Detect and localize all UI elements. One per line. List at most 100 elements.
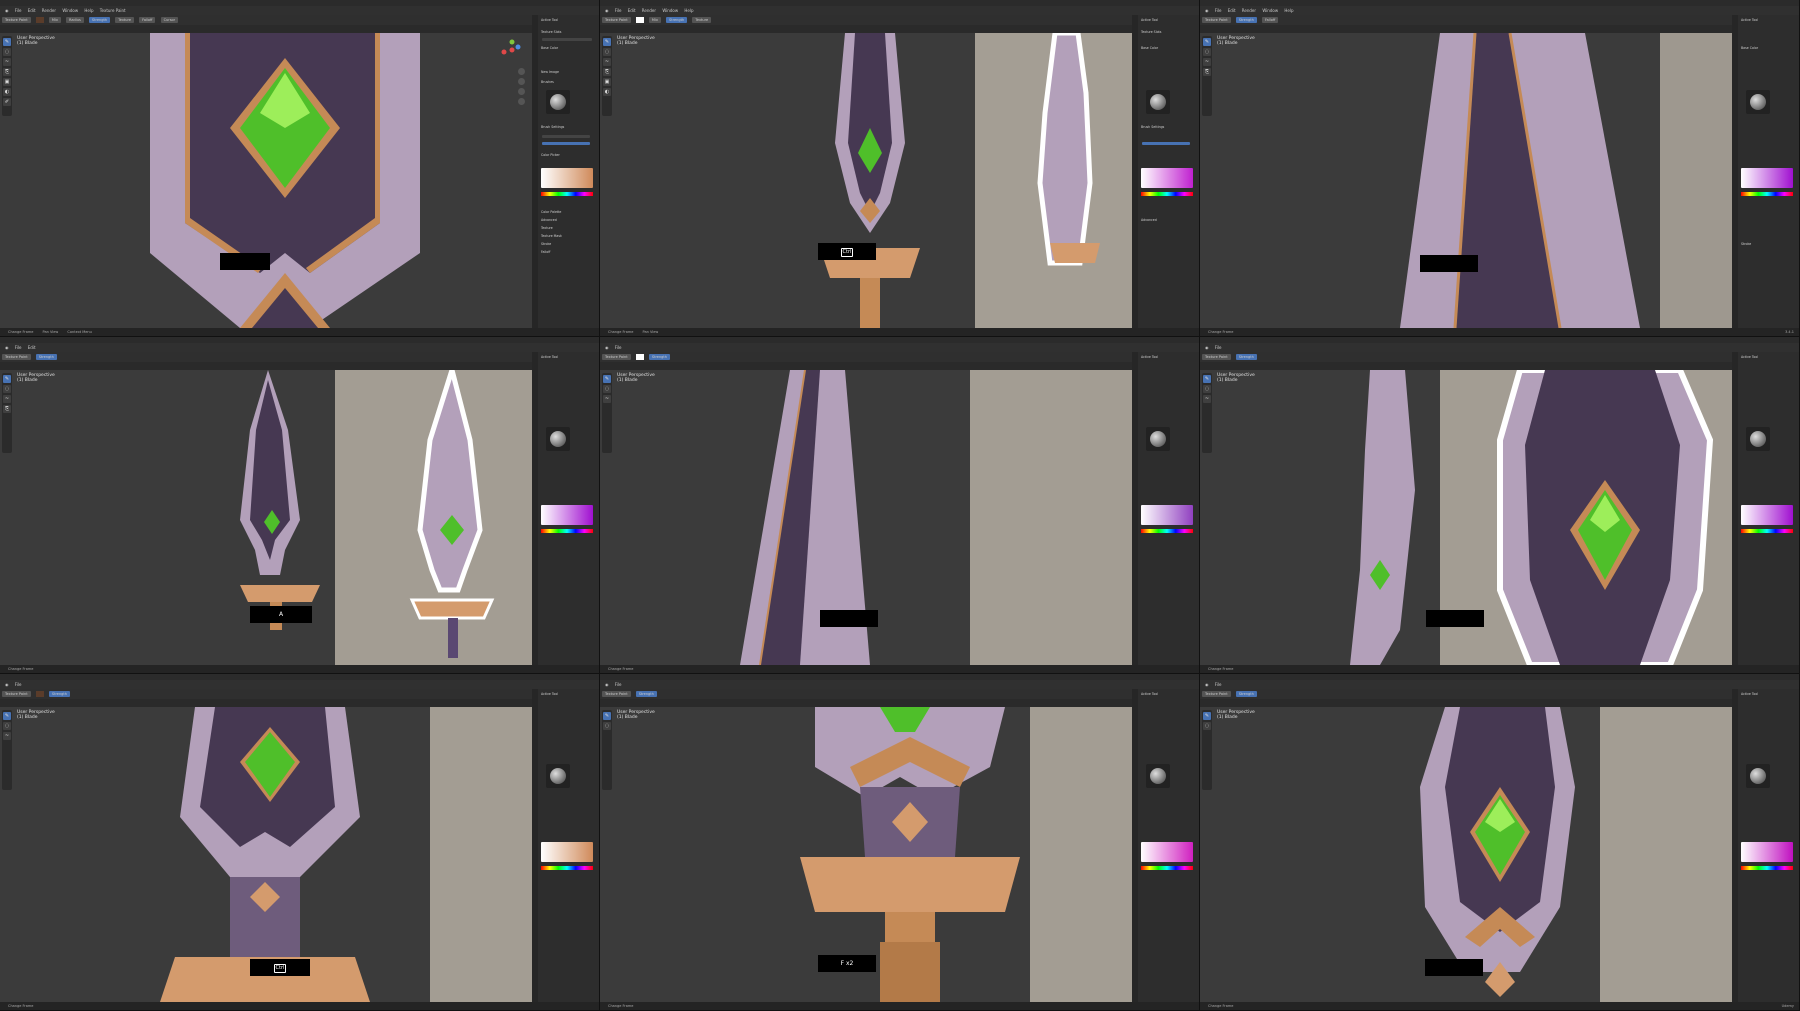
menu-window[interactable]: Window — [1262, 8, 1278, 13]
section-advanced[interactable]: Advanced — [541, 218, 557, 222]
color-field[interactable] — [1741, 505, 1793, 525]
menu-render[interactable]: Render — [1242, 8, 1256, 13]
cursor-dropdown[interactable]: Cursor — [160, 17, 179, 23]
mode-dropdown[interactable]: Texture Paint — [2, 354, 31, 360]
draw-tool-icon[interactable]: ✎ — [1203, 38, 1211, 46]
color-field[interactable] — [1141, 505, 1193, 525]
color-swatch[interactable] — [35, 691, 44, 697]
menu-help[interactable]: Help — [84, 8, 93, 13]
color-field[interactable] — [541, 168, 593, 188]
section-texture[interactable]: Texture — [541, 226, 553, 230]
soften-tool-icon[interactable]: ◌ — [3, 385, 11, 393]
texture-slot-item[interactable]: Base Color — [1141, 46, 1158, 50]
color-swatch[interactable] — [35, 17, 44, 23]
menu-help[interactable]: Help — [684, 8, 693, 13]
section-active-tool[interactable]: Active Tool — [1741, 692, 1758, 696]
blender-logo-icon[interactable]: ◉ — [5, 8, 9, 13]
strength-slider[interactable] — [542, 142, 590, 145]
mode-dropdown[interactable]: Texture Paint — [602, 354, 631, 360]
blender-logo-icon[interactable]: ◉ — [1205, 345, 1209, 350]
texture-slot-item[interactable]: Base Color — [1741, 46, 1758, 50]
soften-tool-icon[interactable]: ◌ — [603, 722, 611, 730]
brush-preview-icon[interactable] — [1146, 764, 1170, 788]
strength-field[interactable]: Strength — [635, 691, 657, 697]
soften-tool-icon[interactable]: ◌ — [1203, 385, 1211, 393]
menu-render[interactable]: Render — [642, 8, 656, 13]
color-swatch[interactable] — [635, 354, 644, 360]
draw-tool-icon[interactable]: ✎ — [3, 38, 11, 46]
clone-tool-icon[interactable]: ⎘ — [3, 68, 11, 76]
color-field[interactable] — [1741, 168, 1793, 188]
smear-tool-icon[interactable]: ~ — [1203, 395, 1211, 403]
3d-viewport[interactable]: ✎ ◌ ~ User Perspective (1) Blade Ctrl — [0, 707, 532, 1002]
smear-tool-icon[interactable]: ~ — [3, 58, 11, 66]
mode-dropdown[interactable]: Texture Paint — [1202, 691, 1231, 697]
soften-tool-icon[interactable]: ◌ — [1203, 722, 1211, 730]
strength-field[interactable]: Strength — [48, 691, 70, 697]
hue-slider[interactable] — [1741, 192, 1793, 196]
zoom-icon[interactable] — [518, 68, 525, 75]
color-swatch[interactable] — [635, 17, 644, 23]
fill-tool-icon[interactable]: ▣ — [3, 78, 11, 86]
section-active-tool[interactable]: Active Tool — [1141, 18, 1158, 22]
draw-tool-icon[interactable]: ✎ — [603, 375, 611, 383]
strength-field[interactable]: Strength — [1235, 691, 1257, 697]
texture-dropdown[interactable]: Texture — [692, 17, 712, 23]
menu-file[interactable]: File — [1215, 345, 1222, 350]
draw-tool-icon[interactable]: ✎ — [603, 712, 611, 720]
section-active-tool[interactable]: Active Tool — [541, 692, 558, 696]
blender-logo-icon[interactable]: ◉ — [1205, 8, 1209, 13]
blender-logo-icon[interactable]: ◉ — [605, 682, 609, 687]
properties-tabs[interactable] — [532, 352, 538, 665]
strength-field[interactable]: Strength — [648, 354, 670, 360]
properties-tabs[interactable] — [1132, 352, 1138, 665]
strength-field[interactable]: Strength — [88, 17, 111, 23]
soften-tool-icon[interactable]: ◌ — [3, 48, 11, 56]
mask-tool-icon[interactable]: ◐ — [3, 88, 11, 96]
menu-render[interactable]: Render — [42, 8, 56, 13]
blender-logo-icon[interactable]: ◉ — [605, 8, 609, 13]
soften-tool-icon[interactable]: ◌ — [3, 722, 11, 730]
blend-dropdown[interactable]: Mix — [48, 17, 61, 23]
section-texture-mask[interactable]: Texture Mask — [541, 234, 562, 238]
fill-tool-icon[interactable]: ▣ — [603, 78, 611, 86]
section-color-palette[interactable]: Color Palette — [541, 210, 561, 214]
mode-dropdown[interactable]: Texture Paint — [1202, 17, 1231, 23]
smear-tool-icon[interactable]: ~ — [603, 395, 611, 403]
section-stroke[interactable]: Stroke — [541, 242, 551, 246]
annotate-tool-icon[interactable]: ✐ — [3, 98, 11, 106]
mode-dropdown[interactable]: Texture Paint — [1202, 354, 1231, 360]
3d-viewport[interactable]: ✎ ◌ ~ ⎘ User Perspective (1) Blade — [1200, 33, 1732, 328]
properties-tabs[interactable] — [1732, 689, 1738, 1002]
menu-file[interactable]: File — [615, 682, 622, 687]
brush-preview-icon[interactable] — [1746, 764, 1770, 788]
draw-tool-icon[interactable]: ✎ — [3, 712, 11, 720]
menu-file[interactable]: File — [615, 8, 622, 13]
color-field[interactable] — [541, 842, 593, 862]
properties-tabs[interactable] — [532, 15, 538, 328]
3d-viewport[interactable]: ✎ ◌ ~ ⎘ ▣ ◐ ✐ User Perspective (1) Blade — [0, 33, 532, 328]
section-falloff[interactable]: Falloff — [541, 250, 550, 254]
menu-edit[interactable]: Edit — [28, 345, 36, 350]
hue-slider[interactable] — [1141, 529, 1193, 533]
3d-viewport[interactable]: ✎ ◌ ~ User Perspective (1) Blade — [1200, 370, 1732, 665]
blender-logo-icon[interactable]: ◉ — [5, 345, 9, 350]
hue-slider[interactable] — [541, 866, 593, 870]
strength-slider[interactable] — [1142, 142, 1190, 145]
section-active-tool[interactable]: Active Tool — [1741, 18, 1758, 22]
section-stroke[interactable]: Stroke — [1741, 242, 1751, 246]
blender-logo-icon[interactable]: ◉ — [1205, 682, 1209, 687]
clone-tool-icon[interactable]: ⎘ — [3, 405, 11, 413]
draw-tool-icon[interactable]: ✎ — [1203, 712, 1211, 720]
brush-preview-icon[interactable] — [546, 90, 570, 114]
brush-preview-icon[interactable] — [546, 764, 570, 788]
color-field[interactable] — [1141, 168, 1193, 188]
soften-tool-icon[interactable]: ◌ — [603, 385, 611, 393]
falloff-dropdown[interactable]: Falloff — [139, 17, 156, 23]
blend-dropdown[interactable]: Mix — [648, 17, 661, 23]
menu-window[interactable]: Window — [62, 8, 78, 13]
menu-edit[interactable]: Edit — [628, 8, 636, 13]
menu-file[interactable]: File — [1215, 8, 1222, 13]
menu-file[interactable]: File — [15, 8, 22, 13]
camera-icon[interactable] — [518, 88, 525, 95]
